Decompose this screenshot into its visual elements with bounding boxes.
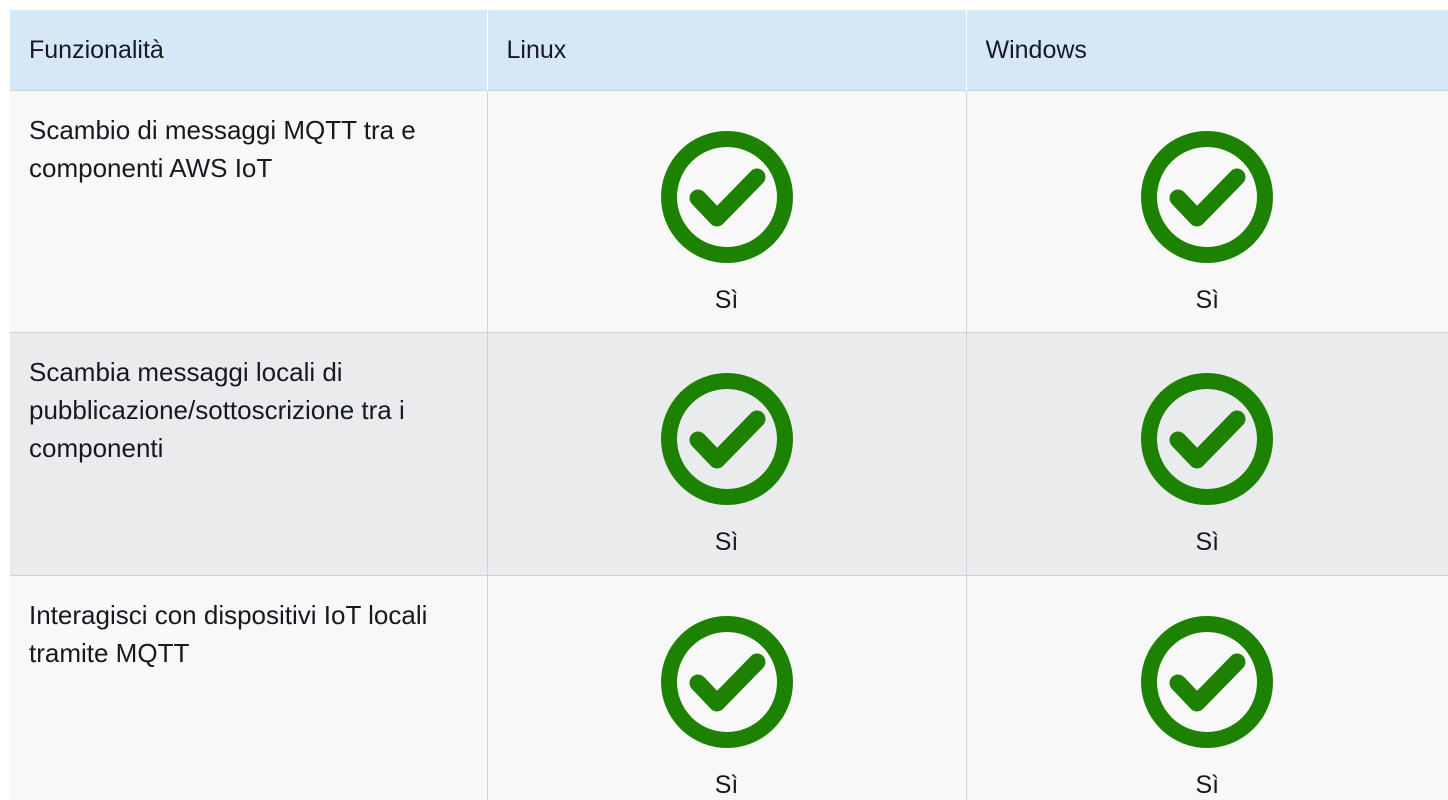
table-row: Scambio di messaggi MQTT tra e component… [10, 91, 1448, 333]
windows-cell: Sì [966, 91, 1448, 333]
feature-cell: Interagisci con dispositivi IoT locali t… [10, 576, 487, 800]
check-circle-icon [661, 373, 793, 505]
header-linux: Linux [487, 10, 966, 91]
linux-status: Sì [488, 576, 966, 800]
status-label: Sì [1195, 285, 1219, 315]
feature-text: Scambio di messaggi MQTT tra e component… [10, 91, 487, 187]
feature-text: Interagisci con dispositivi IoT locali t… [10, 576, 487, 672]
windows-cell: Sì [966, 576, 1448, 800]
windows-status: Sì [967, 333, 1448, 557]
check-circle-icon [1141, 373, 1273, 505]
check-circle-icon [661, 131, 793, 263]
linux-cell: Sì [487, 333, 966, 576]
feature-cell: Scambia messaggi locali di pubblicazione… [10, 333, 487, 576]
linux-cell: Sì [487, 91, 966, 333]
windows-status: Sì [967, 91, 1448, 315]
status-label: Sì [715, 285, 739, 315]
status-label: Sì [715, 527, 739, 557]
feature-support-table-container: Funzionalità Linux Windows Scambio di me… [10, 10, 1448, 782]
table-row: Scambia messaggi locali di pubblicazione… [10, 333, 1448, 576]
header-feature: Funzionalità [10, 10, 487, 91]
table-header: Funzionalità Linux Windows [10, 10, 1448, 91]
linux-status: Sì [488, 91, 966, 315]
feature-text: Scambia messaggi locali di pubblicazione… [10, 333, 487, 467]
feature-support-table: Funzionalità Linux Windows Scambio di me… [10, 10, 1448, 800]
windows-cell: Sì [966, 333, 1448, 576]
table-body: Scambio di messaggi MQTT tra e component… [10, 91, 1448, 800]
table-row: Interagisci con dispositivi IoT locali t… [10, 576, 1448, 800]
status-label: Sì [715, 770, 739, 800]
status-label: Sì [1195, 770, 1219, 800]
windows-status: Sì [967, 576, 1448, 800]
header-windows: Windows [966, 10, 1448, 91]
linux-status: Sì [488, 333, 966, 557]
feature-cell: Scambio di messaggi MQTT tra e component… [10, 91, 487, 333]
status-label: Sì [1195, 527, 1219, 557]
header-row: Funzionalità Linux Windows [10, 10, 1448, 91]
check-circle-icon [1141, 131, 1273, 263]
check-circle-icon [1141, 616, 1273, 748]
linux-cell: Sì [487, 576, 966, 800]
check-circle-icon [661, 616, 793, 748]
